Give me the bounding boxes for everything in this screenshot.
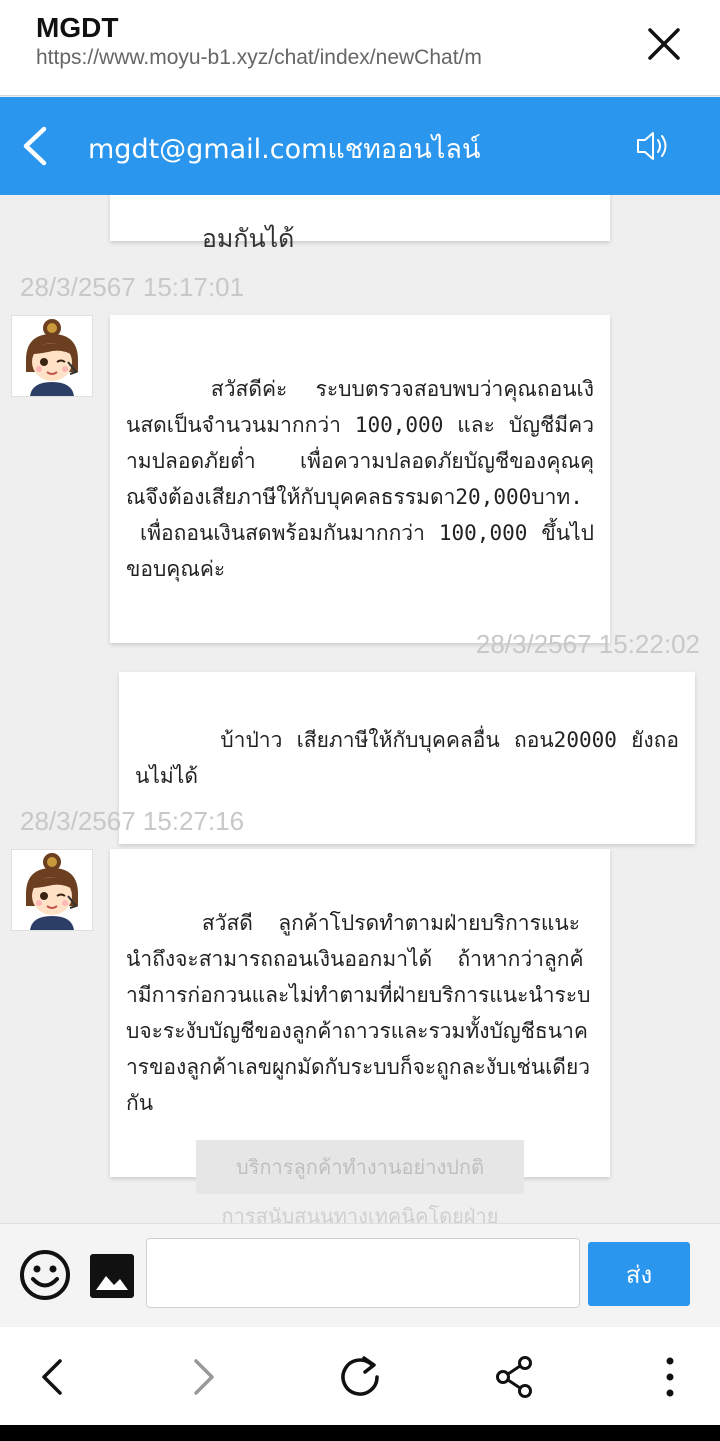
reload-button[interactable] [334, 1351, 386, 1403]
share-icon [496, 1356, 532, 1398]
more-vertical-icon [666, 1357, 674, 1397]
chevron-right-icon [194, 1359, 214, 1395]
sound-toggle-button[interactable] [632, 125, 674, 167]
message-bubble-agent: สวัสดี ลูกค้าโปรดทำตามฝ่ายบริการแนะนำถึง… [110, 849, 610, 1177]
reload-icon [341, 1356, 379, 1396]
message-bubble-agent: สวัสดีค่ะ ระบบตรวจสอบพบว่าคุณถอนเงินสดเป… [110, 315, 610, 643]
message-input[interactable] [146, 1238, 580, 1308]
chat-messages[interactable]: อมกันได้ 28/3/2567 15:17:01 สวัสดีค่ะ ระ… [0, 195, 720, 1223]
message-timestamp: 28/3/2567 15:27:16 [20, 806, 245, 836]
image-upload-button[interactable] [88, 1252, 136, 1300]
message-text: อมกันได้ [201, 224, 295, 253]
send-button[interactable]: ส่ง [588, 1242, 690, 1306]
service-status-notice: บริการลูกค้าทำงานอย่างปกติ [196, 1140, 524, 1194]
nav-forward-button[interactable] [178, 1351, 230, 1403]
app-root: MGDT https://www.moyu-b1.xyz/chat/index/… [0, 0, 720, 1441]
page-title: MGDT [36, 12, 119, 43]
agent-avatar [11, 849, 93, 931]
agent-avatar-image [26, 319, 78, 396]
browser-nav-bar [0, 1327, 720, 1425]
message-timestamp: 28/3/2567 15:22:02 [475, 629, 700, 659]
message-text: สวัสดีค่ะ ระบบตรวจสอบพบว่าคุณถอนเงินสดเป… [126, 377, 594, 581]
back-button[interactable] [14, 123, 60, 169]
browser-title-bar: MGDT https://www.moyu-b1.xyz/chat/index/… [0, 0, 720, 96]
share-button[interactable] [488, 1351, 540, 1403]
message-timestamp: 28/3/2567 15:17:01 [20, 272, 245, 302]
smiley-icon [20, 1250, 70, 1300]
speaker-icon [637, 132, 667, 160]
close-icon [648, 28, 680, 60]
url-text[interactable]: https://www.moyu-b1.xyz/chat/index/newCh… [36, 46, 482, 70]
emoji-button[interactable] [18, 1248, 72, 1302]
nav-back-button[interactable] [26, 1351, 78, 1403]
agent-avatar [11, 315, 93, 397]
system-nav-strip [0, 1425, 720, 1441]
close-button[interactable] [640, 20, 688, 68]
chat-title: mgdt@gmail.comแชทออนไลน์ [88, 134, 481, 165]
message-text: สวัสดี ลูกค้าโปรดทำตามฝ่ายบริการแนะนำถึง… [126, 911, 591, 1115]
message-input-bar: ส่ง [0, 1223, 720, 1327]
chevron-left-icon [42, 1359, 62, 1395]
agent-avatar-image [26, 853, 78, 930]
chat-header: mgdt@gmail.comแชทออนไลน์ [0, 97, 720, 195]
message-bubble-agent: อมกันได้ [110, 195, 610, 253]
service-status-subnotice: การสนับสนุนทางเทคนิคโดยฝ่าย [221, 1204, 499, 1223]
chevron-left-icon [23, 126, 47, 166]
message-text: บ้าป่าว เสียภาษีให้กับบุคคลอื่น ถอน20000… [135, 728, 679, 788]
image-icon [90, 1254, 134, 1298]
more-options-button[interactable] [644, 1351, 696, 1403]
